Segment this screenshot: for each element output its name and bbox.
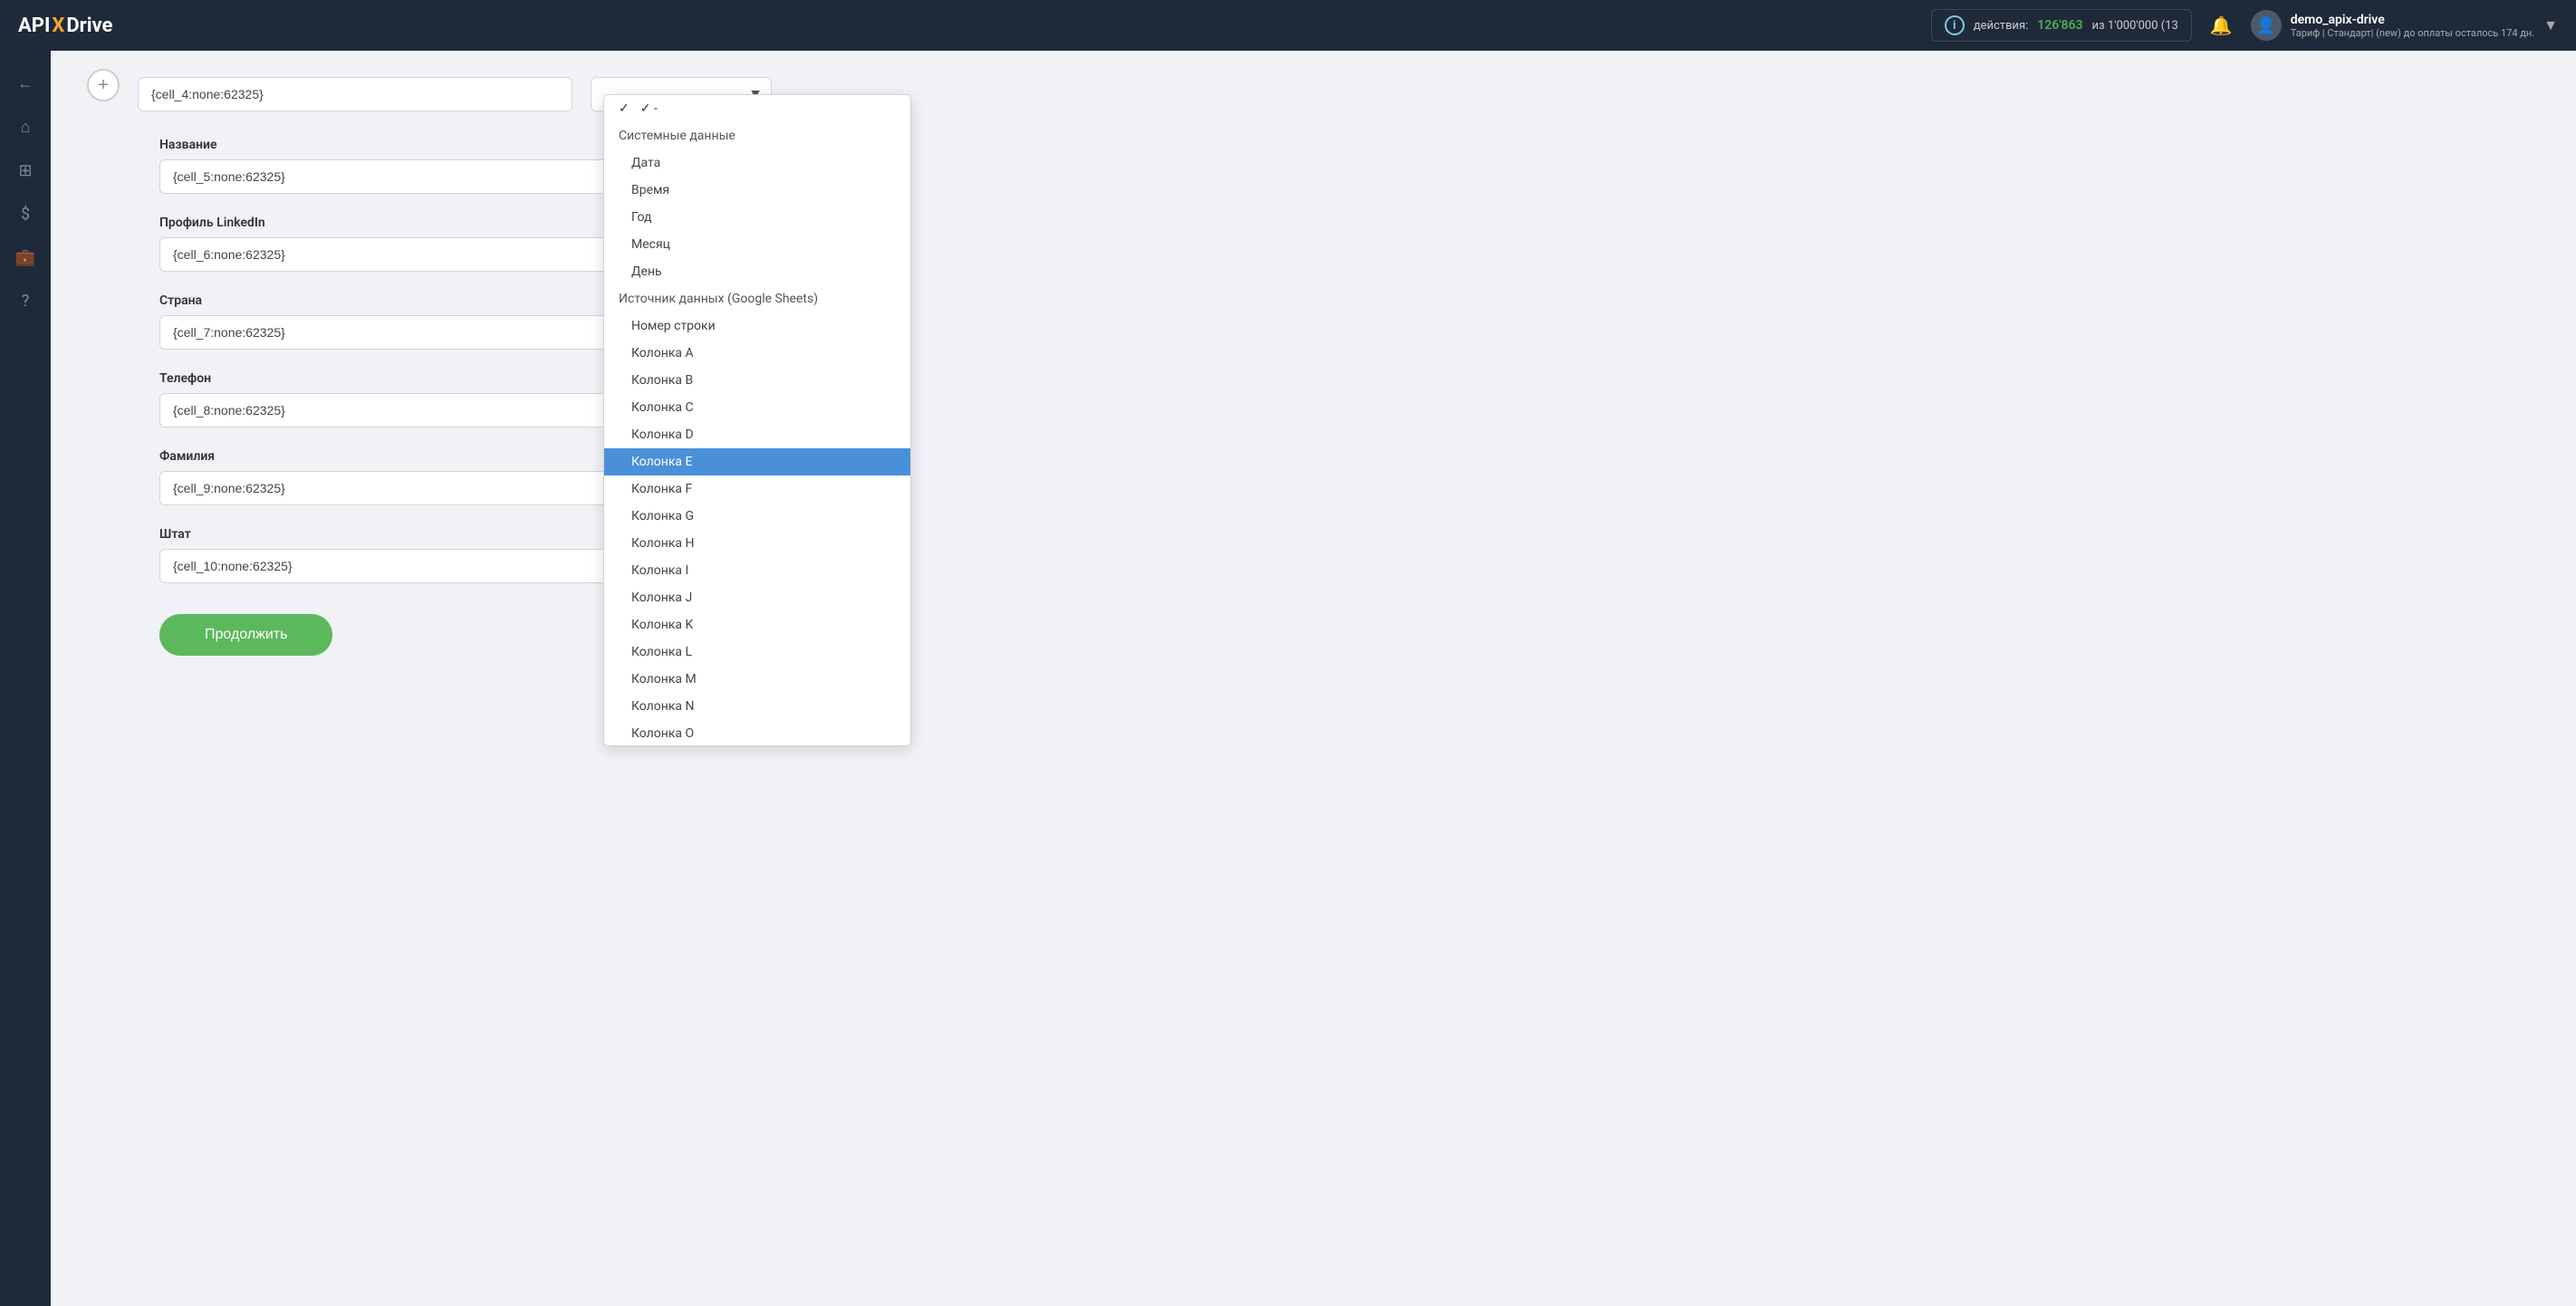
- field-input-country[interactable]: [159, 315, 630, 350]
- dropdown-item[interactable]: Колонка L: [604, 639, 910, 666]
- field-input-linkedin[interactable]: [159, 237, 630, 272]
- field-input-state[interactable]: [159, 549, 630, 583]
- main-content: + ▼ Название Профиль LinkedIn: [51, 51, 2576, 1306]
- field-label-surname: Фамилия: [159, 449, 630, 464]
- logo-drive-text: Drive: [66, 14, 112, 37]
- sidebar: ← ⌂ ⊞ $ 💼 ?: [0, 51, 51, 1306]
- dropdown-item[interactable]: День: [604, 258, 910, 285]
- actions-total: из 1'000'000 (13: [2092, 19, 2178, 33]
- dropdown-item[interactable]: Колонка M: [604, 666, 910, 693]
- sidebar-item-help[interactable]: ?: [7, 283, 43, 319]
- user-info: 👤 demo_apix-drive Тариф | Стандарт| (new…: [2251, 10, 2558, 41]
- sidebar-item-billing[interactable]: $: [7, 196, 43, 232]
- field-group-name: Название: [159, 138, 630, 194]
- dropdown-item[interactable]: Колонка B: [604, 367, 910, 394]
- actions-count: 126'863: [2037, 18, 2082, 33]
- dropdown-item[interactable]: Системные данные: [604, 122, 910, 149]
- actions-label: действия:: [1974, 19, 2029, 33]
- dropdown-item[interactable]: Колонка H: [604, 530, 910, 557]
- field-label-phone: Телефон: [159, 371, 630, 386]
- field-group-surname: Фамилия: [159, 449, 630, 505]
- sidebar-item-portfolio[interactable]: 💼: [7, 239, 43, 275]
- sidebar-item-home[interactable]: ⌂: [7, 109, 43, 145]
- dropdown-item[interactable]: ✓ -: [604, 95, 910, 122]
- dropdown-item[interactable]: Колонка C: [604, 394, 910, 421]
- dropdown-item[interactable]: Номер строки: [604, 312, 910, 340]
- field-group-phone: Телефон: [159, 371, 630, 427]
- field-label-name: Название: [159, 138, 630, 152]
- dropdown-item[interactable]: Источник данных (Google Sheets): [604, 285, 910, 312]
- dropdown-item[interactable]: Время: [604, 177, 910, 204]
- dropdown-item[interactable]: Колонка K: [604, 611, 910, 639]
- sidebar-item-back[interactable]: ←: [7, 65, 43, 101]
- dropdown-item[interactable]: Колонка F: [604, 475, 910, 503]
- dropdown-item[interactable]: Колонка G: [604, 503, 910, 530]
- dropdown-item[interactable]: Колонка E: [604, 448, 910, 475]
- dropdown-item[interactable]: Дата: [604, 149, 910, 177]
- nav-right: i действия: 126'863 из 1'000'000 (13 🔔 👤…: [1931, 9, 2558, 42]
- field-group-state: Штат: [159, 527, 630, 583]
- field-label-country: Страна: [159, 293, 630, 308]
- logo: API X Drive: [18, 14, 112, 37]
- dropdown-item[interactable]: Колонка D: [604, 421, 910, 448]
- add-button[interactable]: +: [87, 69, 120, 101]
- dropdown-item[interactable]: Колонка I: [604, 557, 910, 584]
- actions-badge: i действия: 126'863 из 1'000'000 (13: [1931, 9, 2192, 42]
- info-icon: i: [1945, 15, 1965, 35]
- user-name: demo_apix-drive: [2291, 13, 2534, 27]
- main-layout: ← ⌂ ⊞ $ 💼 ? + ▼ Название: [0, 51, 2576, 1306]
- continue-button[interactable]: Продолжить: [159, 614, 332, 656]
- logo-api-text: API: [18, 14, 50, 37]
- expand-icon[interactable]: ▼: [2543, 16, 2558, 34]
- top-navigation: API X Drive i действия: 126'863 из 1'000…: [0, 0, 2576, 51]
- dropdown-item[interactable]: Колонка J: [604, 584, 910, 611]
- field-group-country: Страна: [159, 293, 630, 350]
- field-input-surname[interactable]: [159, 471, 630, 505]
- user-plan: Тариф | Стандарт| (new) до оплаты остало…: [2291, 27, 2534, 39]
- user-details: demo_apix-drive Тариф | Стандарт| (new) …: [2291, 13, 2534, 39]
- dropdown-menu[interactable]: ✓ -Системные данныеДатаВремяГодМесяцДень…: [603, 94, 911, 746]
- user-avatar: 👤: [2251, 10, 2282, 41]
- field-group-linkedin: Профиль LinkedIn: [159, 216, 630, 272]
- dropdown-item[interactable]: Колонка A: [604, 340, 910, 367]
- logo-x-text: X: [52, 14, 64, 37]
- dropdown-item[interactable]: Месяц: [604, 231, 910, 258]
- bell-icon[interactable]: 🔔: [2210, 14, 2233, 36]
- form-section: Название Профиль LinkedIn Страна Телефон…: [159, 138, 630, 656]
- dropdown-item[interactable]: Колонка N: [604, 693, 910, 720]
- field-input-name[interactable]: [159, 159, 630, 194]
- dropdown-item[interactable]: Год: [604, 204, 910, 231]
- top-field-input[interactable]: [138, 77, 572, 111]
- field-input-phone[interactable]: [159, 393, 630, 427]
- field-label-linkedin: Профиль LinkedIn: [159, 216, 630, 230]
- dropdown-item[interactable]: Колонка O: [604, 720, 910, 746]
- sidebar-item-connections[interactable]: ⊞: [7, 152, 43, 188]
- field-label-state: Штат: [159, 527, 630, 542]
